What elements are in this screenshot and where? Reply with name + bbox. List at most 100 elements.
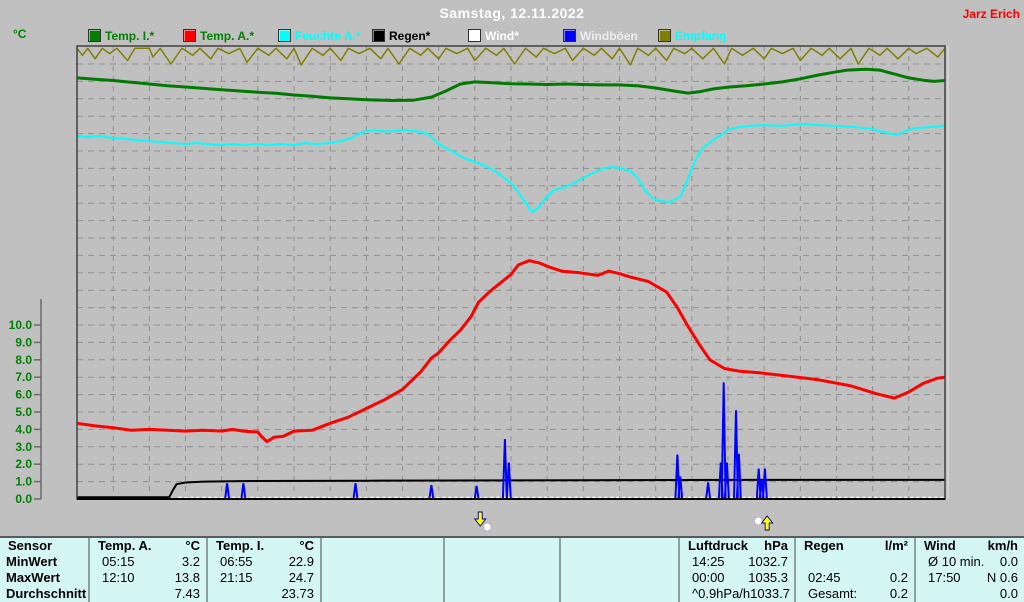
panel-cell-right: hPa: [764, 538, 788, 553]
panel-cell-left: [796, 554, 808, 570]
panel-column-tempi: Temp. I. °C 06:55 22.9 21:15 24.7 23.73: [206, 538, 320, 602]
panel-row: 21:15 24.7: [208, 570, 320, 586]
panel-row: 12:10 13.8: [90, 570, 206, 586]
panel-row: 23.73: [208, 586, 320, 602]
panel-column-luftdruck: Luftdruck hPa 14:25 1032.7 00:00 1035.3 ^0.9hP…: [678, 538, 794, 602]
panel-cell-right: 3.2: [181, 554, 200, 569]
panel-cell-right: l/m²: [884, 538, 908, 553]
panel-cell-right: °C: [299, 538, 314, 553]
panel-cell-right: 1035.3: [748, 570, 788, 585]
panel-cell-left: [445, 586, 457, 602]
panel-row: ^0.9hPa/h 1033.7: [680, 586, 794, 602]
panel-row: 02:45 0.2: [796, 570, 914, 586]
panel-row: [796, 554, 914, 570]
panel-cell-left: 02:45: [808, 570, 841, 585]
panel-cell-left: MaxWert: [6, 570, 60, 585]
panel-cell-left: [445, 570, 457, 586]
panel-row: MaxWert: [0, 570, 88, 586]
panel-cell-left: [322, 538, 330, 554]
panel-cell-left: MinWert: [6, 554, 58, 569]
panel-column-tempa: Temp. A. °C 05:15 3.2 12:10 13.8 7.43: [88, 538, 206, 602]
panel-row: [445, 586, 559, 602]
y-axis-tick-label: 8.0: [15, 353, 32, 367]
panel-row: MinWert: [0, 554, 88, 570]
panel-cell-left: 00:00: [692, 570, 725, 585]
panel-row: 7.43: [90, 586, 206, 602]
panel-row: [561, 586, 678, 602]
panel-cell-left: 05:15: [102, 554, 135, 569]
panel-cell-left: [90, 586, 102, 602]
y-axis-tick-label: 9.0: [15, 335, 32, 349]
panel-column-empty: [443, 538, 559, 602]
panel-cell-left: Wind: [924, 538, 956, 553]
panel-cell-right: 24.7: [288, 570, 314, 585]
panel-cell-right: 23.73: [281, 586, 314, 601]
panel-cell-left: [322, 554, 334, 570]
panel-cell-left: [445, 554, 457, 570]
weather-chart: 10.0 9.0 8.0 7.0 6.0 5.0 4.0 3.0 2.0 1.0 0.0: [9, 45, 949, 532]
panel-cell-left: [916, 586, 928, 602]
panel-cell-right: 0.0: [999, 586, 1018, 601]
panel-row: Durchschnitt: [0, 586, 88, 602]
panel-cell-right: N 0.6: [986, 570, 1018, 585]
panel-cell-left: Temp. I.: [216, 538, 265, 553]
panel-cell-left: Gesamt:: [808, 586, 858, 601]
panel-row: Temp. A. °C: [90, 538, 206, 554]
y-axis-tick-label: 3.0: [15, 440, 32, 454]
panel-column-empty: [320, 538, 443, 602]
set-marker-dot-icon: [482, 522, 492, 532]
panel-cell-right: 0.2: [889, 586, 908, 601]
panel-cell-left: [561, 586, 573, 602]
panel-cell-right: °C: [185, 538, 200, 553]
panel-row: [322, 570, 443, 586]
panel-cell-left: 06:55: [220, 554, 253, 569]
panel-row: 0.0: [916, 586, 1024, 602]
panel-row: Regen l/m²: [796, 538, 914, 554]
panel-row: [445, 570, 559, 586]
panel-cell-left: [208, 586, 220, 602]
weather-app-window: Samstag, 12.11.2022 Jarz Erich °C Temp. …: [0, 0, 1024, 602]
panel-cell-right: 1033.7: [750, 586, 790, 601]
panel-column-empty: [559, 538, 678, 602]
panel-cell-left: Luftdruck: [688, 538, 748, 553]
panel-row: [445, 554, 559, 570]
panel-column-sensor: Sensor MinWert MaxWert Durchschnitt: [0, 538, 88, 602]
panel-cell-left: Sensor: [8, 538, 53, 553]
panel-cell-left: [322, 586, 334, 602]
panel-cell-left: Regen: [804, 538, 844, 553]
panel-cell-right: 7.43: [174, 586, 200, 601]
panel-cell-right: 0.2: [889, 570, 908, 585]
y-axis-tick-label: 5.0: [15, 405, 32, 419]
panel-cell-left: Temp. A.: [98, 538, 152, 553]
panel-row: Temp. I. °C: [208, 538, 320, 554]
panel-row: 06:55 22.9: [208, 554, 320, 570]
set-marker-arrow-down-icon: [473, 511, 487, 527]
stats-panel: Sensor MinWert MaxWert Durchschnitt Temp. A.…: [0, 536, 1024, 602]
panel-row: [322, 586, 443, 602]
rise-marker-arrow-up-icon: [760, 515, 774, 531]
panel-cell-left: Durchschnitt: [6, 586, 87, 601]
panel-cell-left: 14:25: [692, 554, 725, 569]
panel-cell-left: [561, 570, 573, 586]
panel-cell-right: 0.0: [999, 554, 1018, 569]
panel-row: 05:15 3.2: [90, 554, 206, 570]
panel-row: 17:50 N 0.6: [916, 570, 1024, 586]
panel-cell-left: 12:10: [102, 570, 135, 585]
panel-cell-left: [322, 570, 334, 586]
panel-row: [561, 538, 678, 554]
panel-cell-left: 17:50: [928, 570, 961, 585]
panel-row: Ø 10 min. 0.0: [916, 554, 1024, 570]
panel-cell-right: km/h: [987, 538, 1018, 553]
panel-cell-left: ^0.9hPa/h: [692, 586, 751, 601]
panel-cell-right: 13.8: [174, 570, 200, 585]
panel-column-wind: Wind km/h Ø 10 min. 0.0 17:50 N 0.6 0.0: [914, 538, 1024, 602]
panel-row: [322, 538, 443, 554]
y-axis-tick-label: 2.0: [15, 457, 32, 471]
y-axis-tick-label: 6.0: [15, 388, 32, 402]
panel-row: Gesamt: 0.2: [796, 586, 914, 602]
panel-row: Sensor: [0, 538, 88, 554]
rise-marker-dot-icon: [753, 516, 763, 526]
panel-row: Luftdruck hPa: [680, 538, 794, 554]
panel-cell-left: [445, 538, 453, 554]
panel-row: [445, 538, 559, 554]
